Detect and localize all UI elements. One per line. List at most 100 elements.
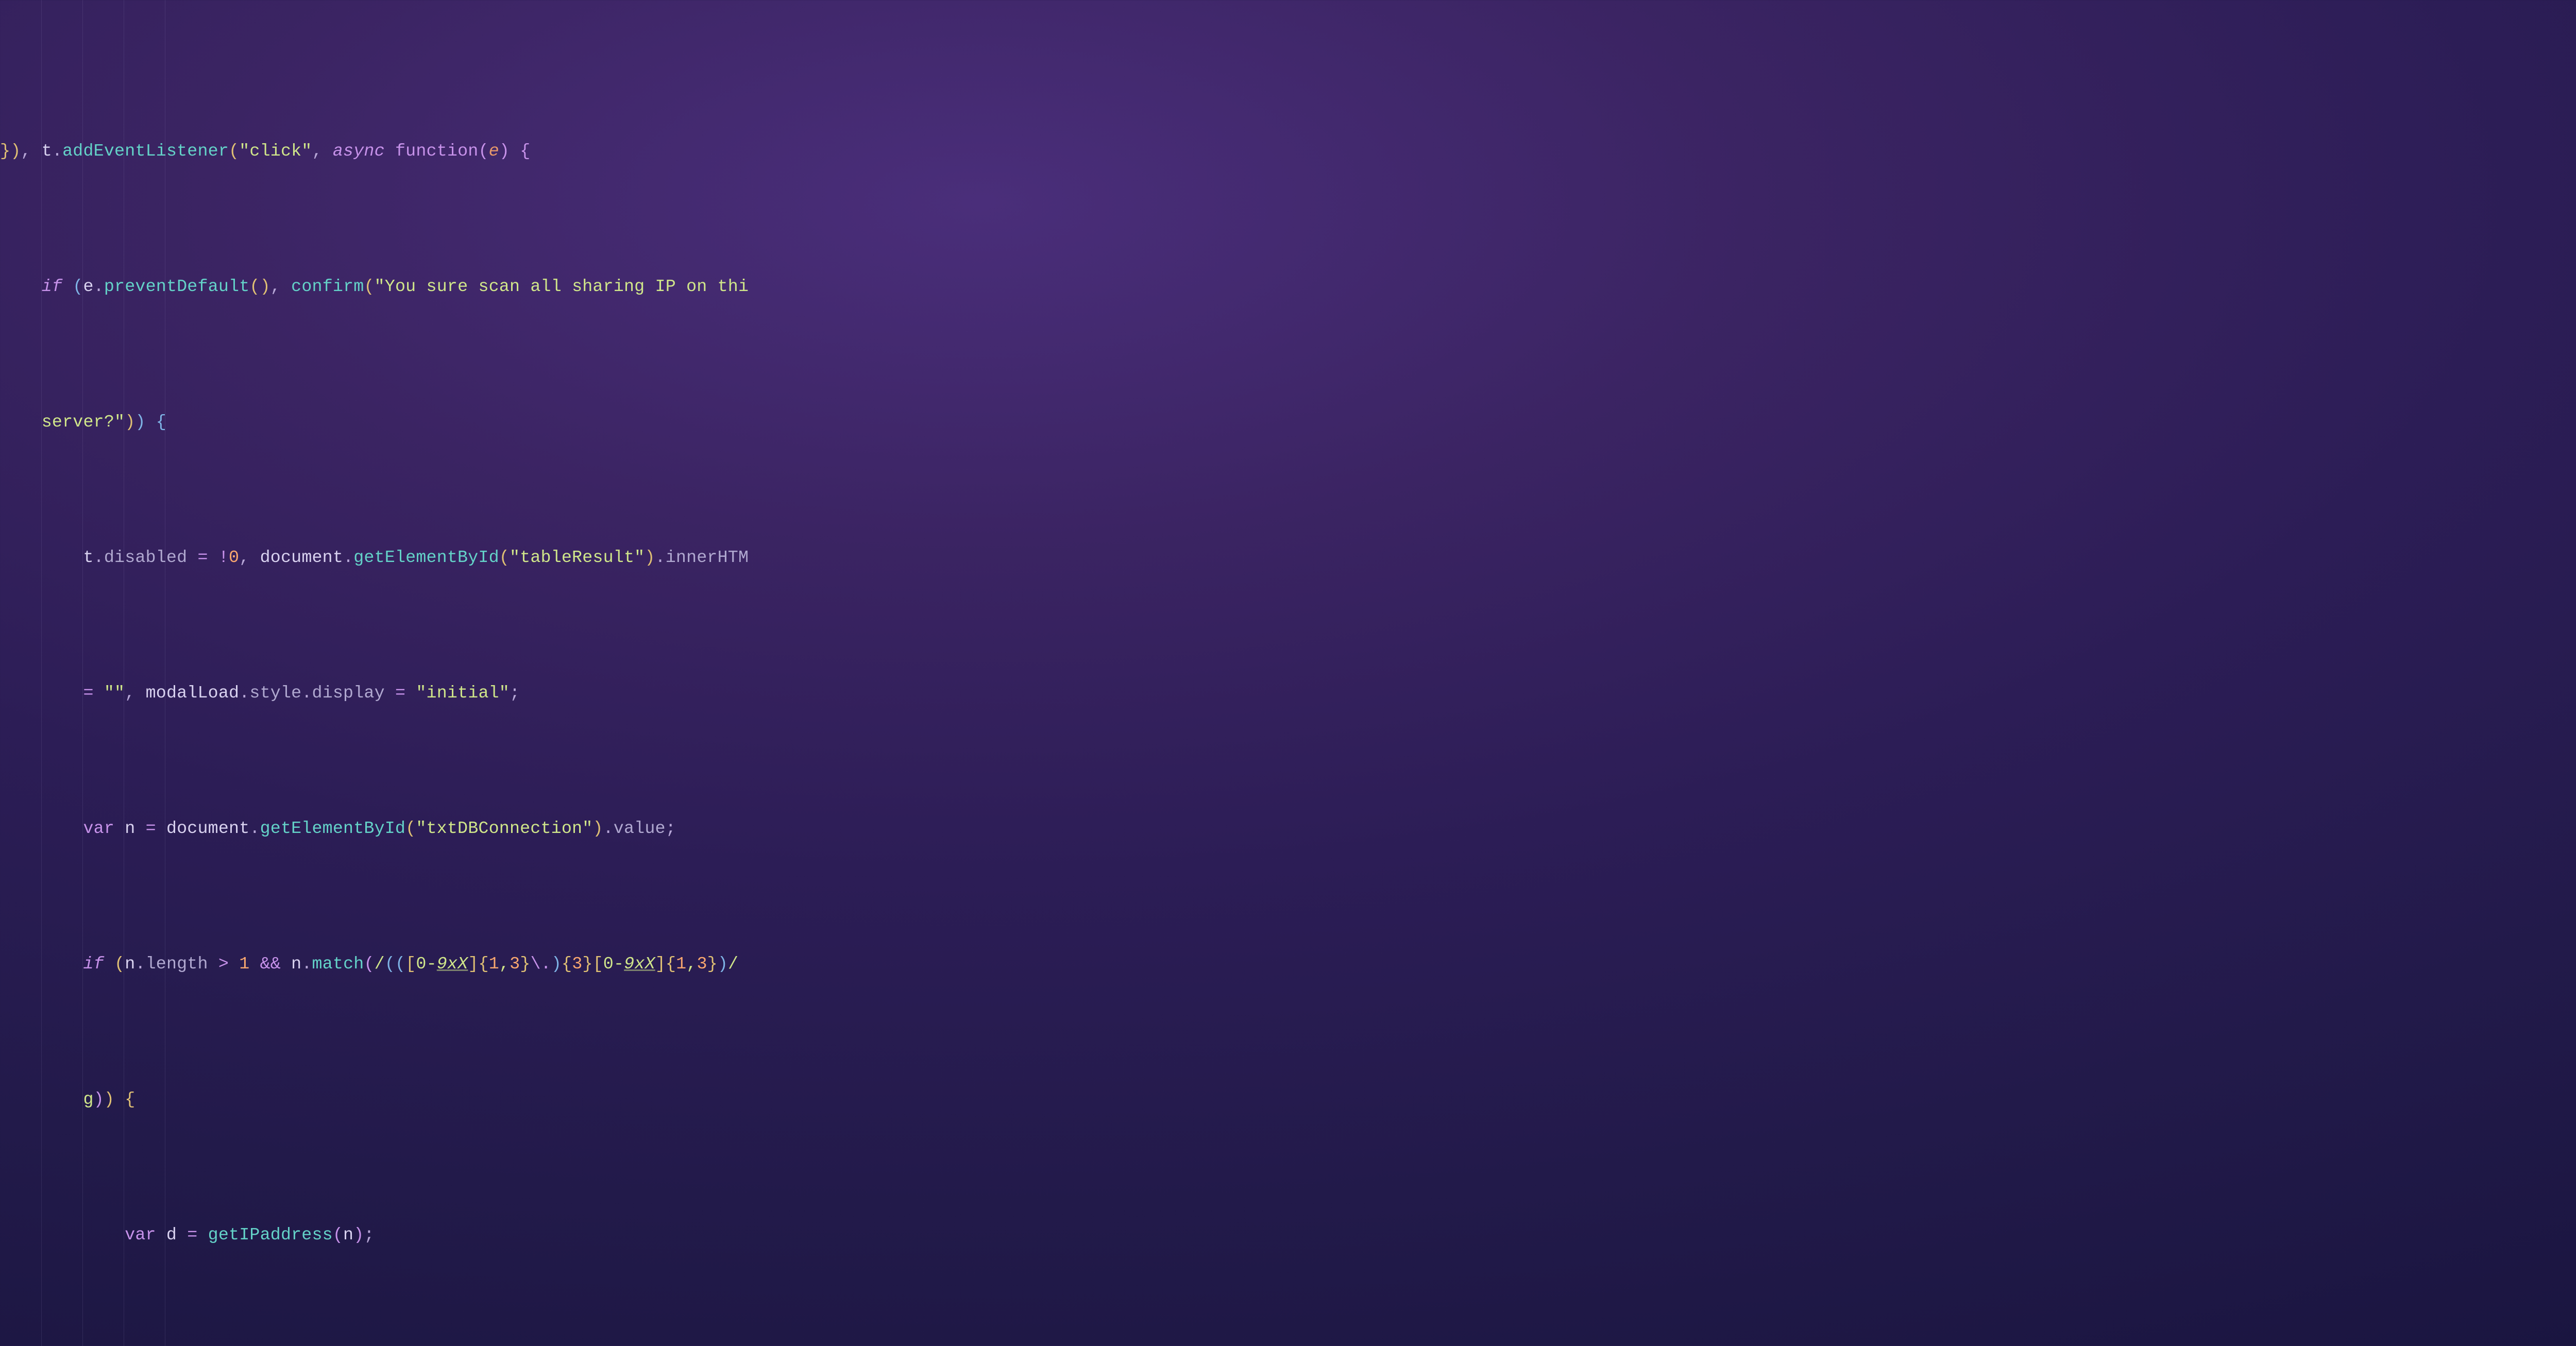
dot: . <box>94 277 104 296</box>
paren-close: ) <box>10 141 21 161</box>
identifier-n: n <box>125 954 135 974</box>
identifier-t: t <box>42 141 52 161</box>
dot: . <box>301 954 312 974</box>
identifier-document: document <box>166 819 249 838</box>
param-e: e <box>489 141 499 161</box>
code-line: if (e.preventDefault(), confirm("You sur… <box>0 273 2576 300</box>
identifier-d: d <box>166 1225 177 1245</box>
string: server?" <box>42 412 125 432</box>
keyword-var: var <box>83 819 114 838</box>
regex-class-open: [ <box>405 954 416 974</box>
regex-num: 3 <box>510 954 520 974</box>
op-not: ! <box>218 548 229 567</box>
paren-close: ) <box>645 548 655 567</box>
regex-num: 3 <box>697 954 707 974</box>
identifier-modalLoad: modalLoad <box>146 683 240 703</box>
semicolon: ; <box>666 819 676 838</box>
code-line: }), t.addEventListener("click", async fu… <box>0 138 2576 165</box>
op-assign: = <box>187 1225 197 1245</box>
string-click: "click" <box>239 141 312 161</box>
identifier-document: document <box>260 548 343 567</box>
paren-open: ( <box>405 819 416 838</box>
dot: . <box>135 954 145 974</box>
prop-innerHTML: innerHTM <box>666 548 749 567</box>
paren-close: ) <box>94 1089 104 1109</box>
string: "You sure scan all sharing IP on thi <box>375 277 749 296</box>
regex-quant-open: { <box>666 954 676 974</box>
fn-getIPaddress: getIPaddress <box>208 1225 333 1245</box>
regex-quant-open: { <box>562 954 572 974</box>
brace-open: { <box>156 412 166 432</box>
code-line: var d = getIPaddress(n); <box>0 1221 2576 1249</box>
paren-close: ) <box>135 412 145 432</box>
dot: . <box>301 683 312 703</box>
number-1: 1 <box>239 954 249 974</box>
op-assign: = <box>146 819 156 838</box>
string-empty: "" <box>104 683 125 703</box>
prop-disabled: disabled <box>104 548 187 567</box>
paren-open: ( <box>364 954 374 974</box>
identifier-n: n <box>343 1225 353 1245</box>
brace-open: { <box>520 141 530 161</box>
regex-group-open: (( <box>385 954 405 974</box>
identifier-n: n <box>291 954 301 974</box>
dot: . <box>239 683 249 703</box>
semicolon: ; <box>510 683 520 703</box>
regex-escape-dot: \. <box>530 954 551 974</box>
dot: . <box>94 548 104 567</box>
fn-confirm: confirm <box>291 277 364 296</box>
identifier-n: n <box>125 819 135 838</box>
paren-open: ( <box>114 954 125 974</box>
regex-delim: / <box>728 954 738 974</box>
prop-display: display <box>312 683 385 703</box>
op-gt: > <box>218 954 229 974</box>
regex-num: 3 <box>572 954 582 974</box>
paren-close: ) <box>499 141 510 161</box>
regex-flag-g: g <box>83 1089 93 1109</box>
comma: , <box>312 141 333 161</box>
code-editor[interactable]: }), t.addEventListener("click", async fu… <box>0 0 2576 1346</box>
regex-quant-close: } <box>707 954 718 974</box>
string: "txtDBConnection" <box>416 819 592 838</box>
keyword-if: if <box>42 277 62 296</box>
dot: . <box>249 819 260 838</box>
code-line: var n = document.getElementById("txtDBCo… <box>0 815 2576 842</box>
regex-range: 0- <box>603 954 624 974</box>
semicolon: ; <box>364 1225 374 1245</box>
parens: () <box>249 277 270 296</box>
regex-quant-close: } <box>582 954 592 974</box>
string-initial: "initial" <box>416 683 510 703</box>
indent-guides <box>0 0 42 1346</box>
method-match: match <box>312 954 364 974</box>
paren-close: ) <box>125 412 135 432</box>
dot: . <box>603 819 614 838</box>
regex-delim: / <box>375 954 385 974</box>
paren-open: ( <box>229 141 239 161</box>
regex-group-close: ) <box>551 954 562 974</box>
brace-close: } <box>0 141 10 161</box>
paren-open: ( <box>364 277 374 296</box>
dot: . <box>343 548 353 567</box>
keyword-if: if <box>83 954 104 974</box>
keyword-function: function <box>395 141 478 161</box>
identifier-t: t <box>83 548 93 567</box>
regex-num: 1 <box>676 954 686 974</box>
method-addEventListener: addEventListener <box>62 141 229 161</box>
method-getElementById: getElementById <box>260 819 406 838</box>
regex-comma: , <box>686 954 697 974</box>
op-assign: = <box>83 683 93 703</box>
regex-quant-close: } <box>520 954 530 974</box>
paren-close: ) <box>353 1225 364 1245</box>
regex-chars: 9xX <box>624 954 655 974</box>
brace-open: { <box>125 1089 135 1109</box>
code-line: = "", modalLoad.style.display = "initial… <box>0 679 2576 707</box>
keyword-async: async <box>333 141 385 161</box>
regex-chars: 9xX <box>437 954 468 974</box>
method-getElementById: getElementById <box>353 548 499 567</box>
regex-class-close: ] <box>655 954 666 974</box>
comma: , <box>125 683 145 703</box>
regex-comma: , <box>499 954 510 974</box>
op-and: && <box>260 954 281 974</box>
code-line: g)) { <box>0 1086 2576 1113</box>
regex-range: 0- <box>416 954 436 974</box>
